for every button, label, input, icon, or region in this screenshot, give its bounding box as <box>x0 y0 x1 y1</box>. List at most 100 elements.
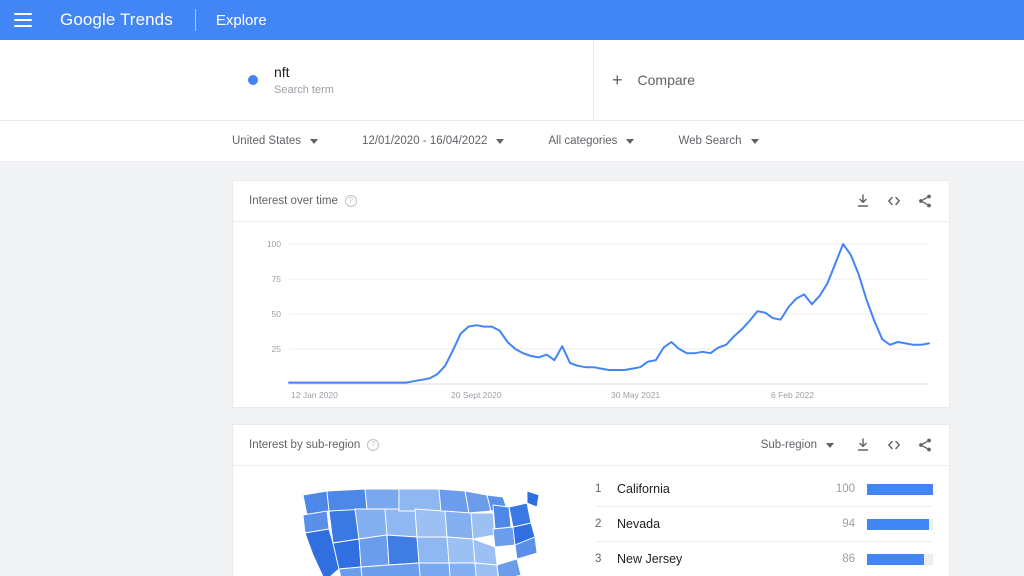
chevron-down-icon <box>496 138 505 144</box>
state-mt-w <box>326 488 368 512</box>
page-title: Interest over time <box>249 195 338 207</box>
svg-text:25: 25 <box>272 344 282 354</box>
table-row[interactable]: 1 California 100 <box>595 472 933 507</box>
region-bar-fill <box>867 553 924 565</box>
download-icon[interactable] <box>855 193 871 209</box>
interest-over-time-chart[interactable]: 25 50 75 100 12 Jan 2020 20 Sept 2020 30 May 2… <box>233 222 949 407</box>
state-ut-az <box>358 534 390 568</box>
state-sd-ne <box>384 508 418 538</box>
svg-text:12 Jan 2020: 12 Jan 2020 <box>291 390 338 400</box>
share-icon[interactable] <box>917 437 933 453</box>
subregion-title: Interest by sub-region <box>249 439 361 451</box>
us-map-svg <box>302 488 539 576</box>
table-row[interactable]: 2 Nevada 94 <box>595 507 933 542</box>
region-name: New Jersey <box>617 552 683 566</box>
subregion-selector-label: Sub-region <box>760 439 817 451</box>
state-me <box>526 490 539 508</box>
region-bar <box>867 483 933 495</box>
state-id-nv <box>328 508 360 544</box>
region-rank: 1 <box>595 483 602 495</box>
region-list: 1 California 100 2 Nevada 94 3 New Jerse… <box>595 466 949 576</box>
brand-logo[interactable]: Google Trends <box>60 10 173 30</box>
state-wy-ut <box>354 508 388 540</box>
compare-label: Compare <box>637 72 696 88</box>
region-name: Nevada <box>617 517 661 531</box>
subregion-selector[interactable]: Sub-region <box>761 439 834 451</box>
svg-text:30 May 2021: 30 May 2021 <box>611 390 660 400</box>
embed-icon[interactable] <box>886 193 902 209</box>
appbar-divider <box>194 9 196 31</box>
state-nc-sc <box>496 558 522 576</box>
filter-date-range[interactable]: 12/01/2020 - 16/04/2022 <box>362 135 505 147</box>
filter-location[interactable]: United States <box>232 135 319 147</box>
state-az <box>338 566 363 576</box>
choropleth-map[interactable] <box>233 466 595 576</box>
state-mo <box>446 536 476 564</box>
filter-location-label: United States <box>232 135 302 147</box>
region-value: 86 <box>842 553 855 565</box>
filter-date-range-label: 12/01/2020 - 16/04/2022 <box>362 135 488 147</box>
compare-button[interactable]: + Compare <box>594 40 1024 120</box>
interest-by-subregion-header: Interest by sub-region ? Sub-region <box>233 425 949 466</box>
region-bar <box>867 518 933 530</box>
subregion-body: 1 California 100 2 Nevada 94 3 New Jerse… <box>233 466 949 576</box>
state-co <box>386 534 420 566</box>
svg-text:6 Feb 2022: 6 Feb 2022 <box>771 390 814 400</box>
share-icon[interactable] <box>917 193 933 209</box>
download-icon[interactable] <box>855 437 871 453</box>
state-mi <box>492 504 512 530</box>
state-ia <box>444 510 474 540</box>
nav-explore[interactable]: Explore <box>216 12 267 29</box>
svg-text:100: 100 <box>267 239 281 249</box>
filter-bar: United States 12/01/2020 - 16/04/2022 Al… <box>0 121 1024 162</box>
state-il <box>470 512 496 540</box>
svg-text:50: 50 <box>272 309 282 319</box>
state-ny-up <box>508 502 532 528</box>
interest-by-subregion-card: Interest by sub-region ? Sub-region 1 Ca… <box>232 424 950 576</box>
state-ky-tn <box>472 538 498 566</box>
interest-over-time-card: Interest over time ? 25 50 75 100 12 Jan… <box>232 180 950 408</box>
state-wi-n <box>464 490 492 514</box>
region-bar-fill <box>867 518 930 530</box>
interest-over-time-header: Interest over time ? <box>233 181 949 222</box>
trend-line-svg: 25 50 75 100 12 Jan 2020 20 Sept 2020 30 May 2… <box>267 239 930 400</box>
state-ia-ks <box>414 508 448 538</box>
chevron-down-icon <box>310 138 319 144</box>
search-term-row: nft Search term + Compare <box>0 40 1024 121</box>
region-bar <box>867 553 933 565</box>
hamburger-icon[interactable] <box>14 13 32 27</box>
series-color-dot <box>248 75 258 85</box>
brand-trends: Trends <box>119 10 173 29</box>
filter-category[interactable]: All categories <box>548 135 635 147</box>
search-term-label: nft <box>274 63 290 80</box>
search-term-card[interactable]: nft Search term <box>232 40 594 120</box>
filter-search-type-label: Web Search <box>678 135 742 147</box>
chevron-down-icon <box>750 138 759 144</box>
help-icon[interactable]: ? <box>367 439 380 451</box>
interest-by-subregion-actions: Sub-region <box>761 437 933 453</box>
region-value: 94 <box>842 518 855 530</box>
state-mt-e <box>364 488 400 512</box>
chevron-down-icon <box>626 138 635 144</box>
state-in-oh <box>492 526 516 548</box>
state-ks2 <box>416 536 450 564</box>
help-icon[interactable]: ? <box>344 195 357 207</box>
table-row[interactable]: 3 New Jersey 86 <box>595 542 933 576</box>
state-ok-tx <box>418 562 451 576</box>
embed-icon[interactable] <box>886 437 902 453</box>
filter-search-type[interactable]: Web Search <box>678 135 759 147</box>
region-rank: 3 <box>595 553 602 565</box>
content-area: Interest over time ? 25 50 75 100 12 Jan… <box>0 162 1024 576</box>
search-term-type: Search term <box>274 83 334 96</box>
svg-text:20 Sept 2020: 20 Sept 2020 <box>451 390 502 400</box>
region-name: California <box>617 482 670 496</box>
filter-category-label: All categories <box>548 135 618 147</box>
chevron-down-icon <box>826 442 834 448</box>
brand-google: Google <box>60 10 116 29</box>
region-rank: 2 <box>595 518 602 530</box>
region-value: 100 <box>835 483 855 495</box>
svg-text:75: 75 <box>272 274 282 284</box>
state-ms-al <box>474 562 499 576</box>
state-ar-la <box>448 562 477 576</box>
term-left-spacer <box>0 40 232 120</box>
